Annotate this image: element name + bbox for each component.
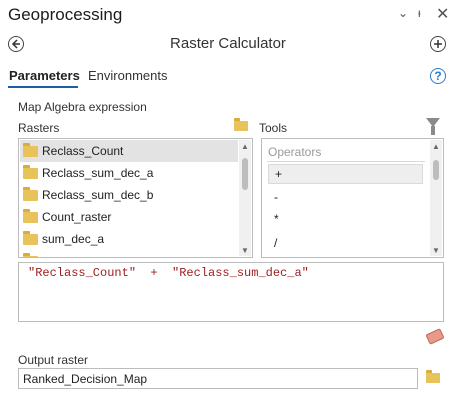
folder-icon [426, 370, 440, 383]
help-icon[interactable]: ? [430, 68, 446, 84]
scroll-thumb[interactable] [433, 160, 439, 180]
active-tab-indicator [8, 86, 78, 88]
raster-folder-icon [23, 252, 38, 257]
operators-list[interactable]: Operators + - * / ▲ ▼ [261, 138, 444, 258]
pin-icon[interactable]: ᵻ [418, 6, 421, 20]
clear-expression-button[interactable] [425, 328, 445, 345]
eraser-icon [425, 328, 445, 345]
map-algebra-label: Map Algebra expression [18, 100, 147, 114]
filter-icon[interactable] [426, 118, 440, 135]
list-item[interactable]: sum_dec_a [20, 228, 238, 250]
list-item[interactable]: Reclass_Count [20, 140, 238, 162]
operators-divider [267, 161, 425, 162]
operator-plus[interactable]: + [268, 164, 423, 184]
list-item[interactable]: Reclass_sum_dec_a [20, 162, 238, 184]
scroll-down-icon[interactable]: ▼ [239, 244, 251, 256]
raster-name: sum_dec_a [42, 232, 105, 246]
expression-text[interactable]: "Reclass_Count" + "Reclass_sum_dec_a" [28, 266, 309, 280]
plus-glyph [434, 40, 442, 48]
scroll-up-icon[interactable]: ▲ [239, 140, 251, 152]
chevron-down-icon[interactable]: ⌄ [398, 6, 408, 20]
plus-icon[interactable] [430, 36, 446, 52]
list-item[interactable]: ... [20, 250, 238, 257]
output-raster-field[interactable]: Ranked_Decision_Map [18, 368, 418, 389]
raster-name: Count_raster [42, 210, 112, 224]
rasters-list[interactable]: Reclass_Count Reclass_sum_dec_a Reclass_… [18, 138, 253, 258]
raster-name: Reclass_Count [42, 144, 124, 158]
browse-folder-icon[interactable] [234, 118, 248, 131]
funnel-icon [426, 118, 440, 135]
rasters-label: Rasters [18, 121, 60, 135]
tab-parameters[interactable]: Parameters [9, 68, 80, 83]
raster-folder-icon [23, 208, 38, 223]
raster-folder-icon [23, 164, 38, 179]
operators-scrollbar[interactable]: ▲ ▼ [430, 140, 442, 256]
tools-label: Tools [259, 121, 288, 135]
scroll-thumb[interactable] [242, 158, 248, 190]
raster-folder-icon [23, 186, 38, 201]
raster-name: Reclass_sum_dec_b [42, 188, 154, 202]
scroll-down-icon[interactable]: ▼ [430, 244, 442, 256]
operator-minus[interactable]: - [268, 187, 423, 207]
list-item[interactable]: Count_raster [20, 206, 238, 228]
tab-environments[interactable]: Environments [88, 68, 167, 83]
tool-title: Raster Calculator [170, 35, 286, 52]
operator-multiply[interactable]: * [268, 209, 423, 229]
expression-editor[interactable]: "Reclass_Count" + "Reclass_sum_dec_a" [18, 262, 444, 322]
list-item[interactable]: Reclass_sum_dec_b [20, 184, 238, 206]
pane-title: Geoprocessing [8, 5, 123, 24]
operator-divide[interactable]: / [268, 233, 423, 253]
scroll-up-icon[interactable]: ▲ [430, 140, 442, 152]
folder-icon [234, 118, 248, 131]
output-raster-label: Output raster [18, 353, 89, 367]
operators-header: Operators [268, 145, 322, 159]
rasters-scrollbar[interactable]: ▲ ▼ [239, 140, 251, 256]
close-icon[interactable]: ✕ [436, 4, 449, 24]
raster-folder-icon [23, 230, 38, 245]
output-browse-button[interactable] [426, 370, 440, 383]
raster-name: ... [42, 254, 52, 257]
raster-folder-icon [23, 142, 38, 157]
raster-name: Reclass_sum_dec_a [42, 166, 154, 180]
